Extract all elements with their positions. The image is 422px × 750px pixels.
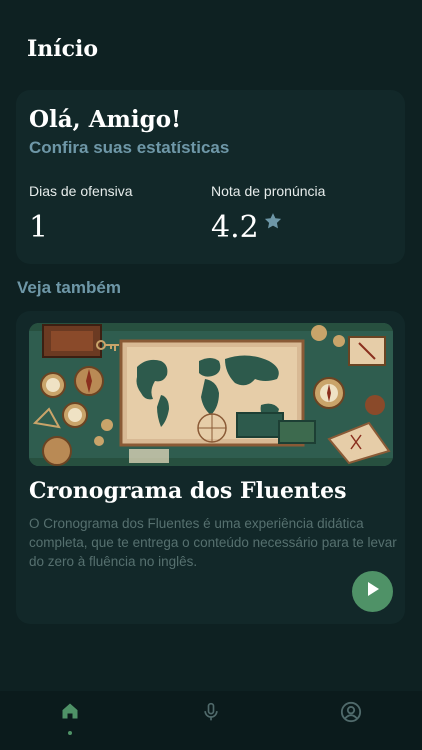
page-title: Início	[27, 36, 99, 62]
nav-item-microphone[interactable]	[181, 691, 241, 750]
course-description: O Cronograma dos Fluentes é uma experiên…	[29, 516, 397, 569]
pronunciation-label: Nota de pronúncia	[211, 183, 326, 199]
nav-item-profile[interactable]	[321, 691, 381, 750]
see-also-title: Veja também	[17, 278, 121, 297]
star-icon	[263, 211, 283, 231]
play-button[interactable]	[352, 571, 393, 612]
home-screen: Início Olá, Amigo! Confira suas estatíst…	[0, 0, 422, 750]
greeting-text: Olá, Amigo!	[29, 106, 182, 133]
stats-subtitle: Confira suas estatísticas	[29, 138, 230, 157]
course-card[interactable]: Cronograma dos Fluentes O Cronograma dos…	[16, 311, 405, 624]
active-indicator	[68, 731, 72, 735]
home-icon	[60, 691, 80, 726]
streak-label: Dias de ofensiva	[29, 183, 133, 199]
play-icon	[366, 581, 380, 602]
profile-icon	[340, 691, 362, 728]
world-map-illustration	[29, 323, 393, 466]
pronunciation-value: 4.2	[211, 210, 259, 245]
stats-card: Olá, Amigo! Confira suas estatísticas Di…	[16, 90, 405, 264]
bottom-navigation	[0, 691, 422, 750]
streak-value: 1	[29, 210, 49, 245]
course-title[interactable]: Cronograma dos Fluentes	[29, 478, 346, 504]
nav-item-home[interactable]	[40, 691, 100, 750]
microphone-icon	[201, 691, 221, 728]
